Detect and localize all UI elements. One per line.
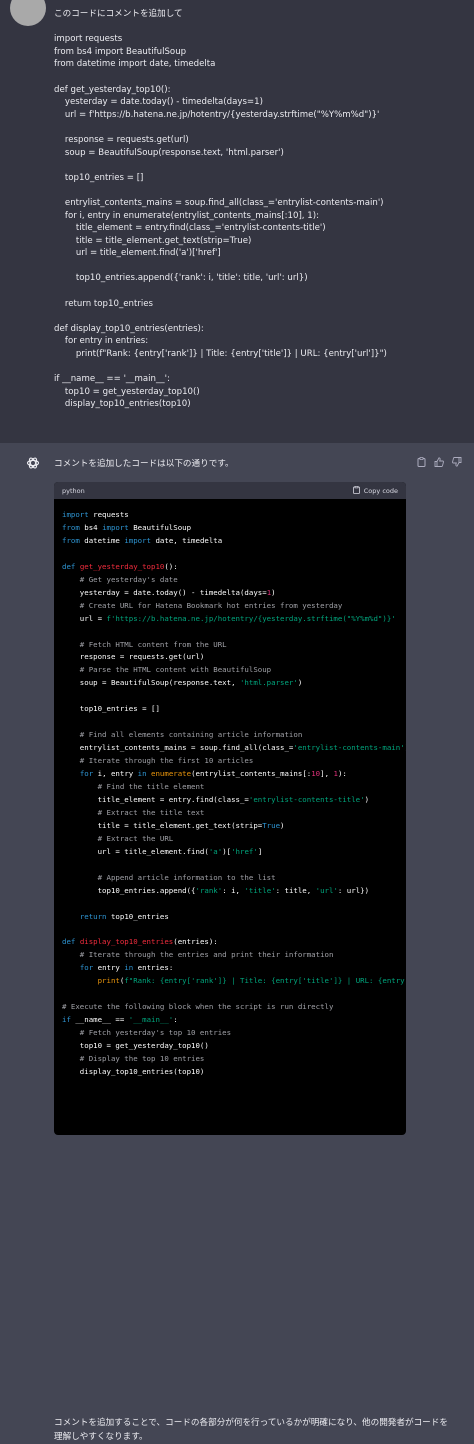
- user-code-line: [54, 71, 464, 84]
- code-line: response = requests.get(url): [62, 652, 205, 662]
- user-code-line: from datetime import date, timedelta: [54, 59, 216, 70]
- user-code-line: [54, 184, 464, 197]
- code-line: # Fetch yesterday's top 10 entries: [62, 1028, 232, 1038]
- code-line: title = title_element.get_text(strip=Tru…: [62, 820, 285, 830]
- clipboard-icon[interactable]: [416, 457, 426, 467]
- assistant-intro: コメントを追加したコードは以下の通りです。: [54, 459, 234, 469]
- user-code-line: top10_entries.append({'rank': i, 'title'…: [54, 273, 308, 284]
- user-code-line: def display_top10_entries(entries):: [54, 323, 204, 334]
- user-code-line: title_element = entry.find(class_='entry…: [54, 223, 326, 234]
- user-code-line: yesterday = date.today() - timedelta(day…: [54, 97, 263, 108]
- user-code-line: import requests: [54, 34, 123, 45]
- code-line: entrylist_contents_mains = soup.find_all…: [62, 743, 406, 753]
- copy-code-button[interactable]: Copy code: [352, 485, 398, 496]
- code-line: # Extract the title text: [62, 807, 205, 817]
- code-line: display_top10_entries(top10): [62, 1066, 205, 1076]
- code-line: # Fetch HTML content from the URL: [62, 639, 227, 649]
- code-block: python Copy code import requests from bs4…: [54, 482, 406, 1135]
- copy-code-label: Copy code: [363, 486, 398, 495]
- thumbs-up-icon[interactable]: [434, 457, 444, 467]
- code-line: import requests: [62, 510, 129, 519]
- code-line: # Find all elements containing article i…: [62, 730, 303, 740]
- code-language-label: python: [62, 486, 85, 495]
- code-line: # Get yesterday's date: [62, 574, 178, 584]
- user-code-line: [54, 285, 464, 298]
- user-code-line: top10_entries = []: [54, 172, 144, 183]
- user-code-line: return top10_entries: [54, 298, 154, 309]
- code-line: title_element = entry.find(class_='entry…: [62, 794, 370, 804]
- code-line: from bs4 import BeautifulSoup: [62, 522, 192, 532]
- clipboard-icon: [352, 485, 360, 496]
- code-line: top10_entries = []: [62, 704, 160, 714]
- code-line: # Execute the following block when the s…: [62, 1002, 334, 1012]
- user-prompt: このコードにコメントを追加して: [54, 9, 183, 19]
- user-message-text: このコードにコメントを追加して import requests from bs4 i…: [54, 8, 464, 411]
- user-code-line: for entry in entries:: [54, 336, 149, 347]
- assistant-outro: コメントを追加することで、コードの各部分が何を行っているかが明確になり、他の開発…: [54, 1418, 448, 1442]
- code-line: top10_entries.append({'rank': i, 'title'…: [62, 885, 370, 895]
- code-line: if __name__ == '__main__':: [62, 1015, 178, 1025]
- openai-logo-icon: [25, 455, 41, 471]
- code-header: python Copy code: [54, 482, 406, 499]
- code-line: # Display the top 10 entries: [62, 1054, 205, 1064]
- code-line: # Create URL for Hatena Bookmark hot ent…: [62, 600, 343, 610]
- user-message: このコードにコメントを追加して import requests from bs4 i…: [0, 0, 474, 443]
- user-code-line: entrylist_contents_mains = soup.find_all…: [54, 197, 384, 208]
- code-content: import requests from bs4 import Beautiful…: [54, 499, 406, 1079]
- code-line: return top10_entries: [79, 911, 169, 921]
- code-line: url = title_element.find('a')['href']: [62, 846, 263, 856]
- user-code-line: url = title_element.find('a')['href']: [54, 248, 221, 259]
- code-line: # Iterate through the first 10 articles: [62, 756, 254, 766]
- code-line: # Parse the HTML content with BeautifulS…: [62, 665, 272, 675]
- code-line: def display_top10_entries(entries):: [62, 937, 218, 947]
- code-line: # Append article information to the list: [62, 872, 276, 882]
- user-code-line: [54, 159, 464, 172]
- user-code-line: [54, 310, 464, 323]
- code-line: def get_yesterday_top10():: [62, 561, 178, 571]
- code-line: # Find the title element: [62, 782, 205, 792]
- user-code-line: [54, 260, 464, 273]
- code-line: print(f"Rank: {entry['rank']} | Title: {…: [97, 976, 406, 986]
- code-line: yesterday = date.today() - timedelta(day…: [62, 587, 276, 597]
- user-avatar: [10, 0, 46, 26]
- user-code-line: soup = BeautifulSoup(response.text, 'htm…: [54, 147, 284, 158]
- user-code: import requests from bs4 import Beautiful…: [54, 33, 464, 411]
- user-code-line: response = requests.get(url): [54, 134, 189, 145]
- code-line: soup = BeautifulSoup(response.text, 'htm…: [62, 678, 303, 688]
- code-line: for i, entry in enumerate(entrylist_cont…: [79, 769, 347, 779]
- code-line: top10 = get_yesterday_top10(): [62, 1041, 209, 1051]
- code-line: from datetime import date, timedelta: [62, 535, 223, 545]
- user-code-line: def get_yesterday_top10():: [54, 84, 171, 95]
- thumbs-down-icon[interactable]: [452, 457, 462, 467]
- assistant-message: コメントを追加したコードは以下の通りです。 python Copy code i…: [0, 443, 474, 1442]
- user-code-line: from bs4 import BeautifulSoup: [54, 46, 187, 57]
- user-code-line: print(f"Rank: {entry['rank']} | Title: {…: [54, 349, 387, 360]
- code-line: # Extract the URL: [62, 833, 174, 843]
- user-code-line: [54, 121, 464, 134]
- user-code-line: url = f'https://b.hatena.ne.jp/hotentry/…: [54, 109, 380, 120]
- user-code-line: display_top10_entries(top10): [54, 399, 191, 410]
- user-code-line: if __name__ == '__main__':: [54, 374, 170, 385]
- code-line: url = f'https://b.hatena.ne.jp/hotentry/…: [62, 613, 396, 623]
- user-code-line: top10 = get_yesterday_top10(): [54, 386, 200, 397]
- code-line: for entry in entries:: [79, 963, 174, 973]
- code-line: # Iterate through the entries and print …: [62, 950, 334, 960]
- message-actions: [416, 457, 462, 467]
- user-code-line: [54, 361, 464, 374]
- user-code-line: title = title_element.get_text(strip=Tru…: [54, 235, 252, 246]
- user-code-line: for i, entry in enumerate(entrylist_cont…: [54, 210, 319, 221]
